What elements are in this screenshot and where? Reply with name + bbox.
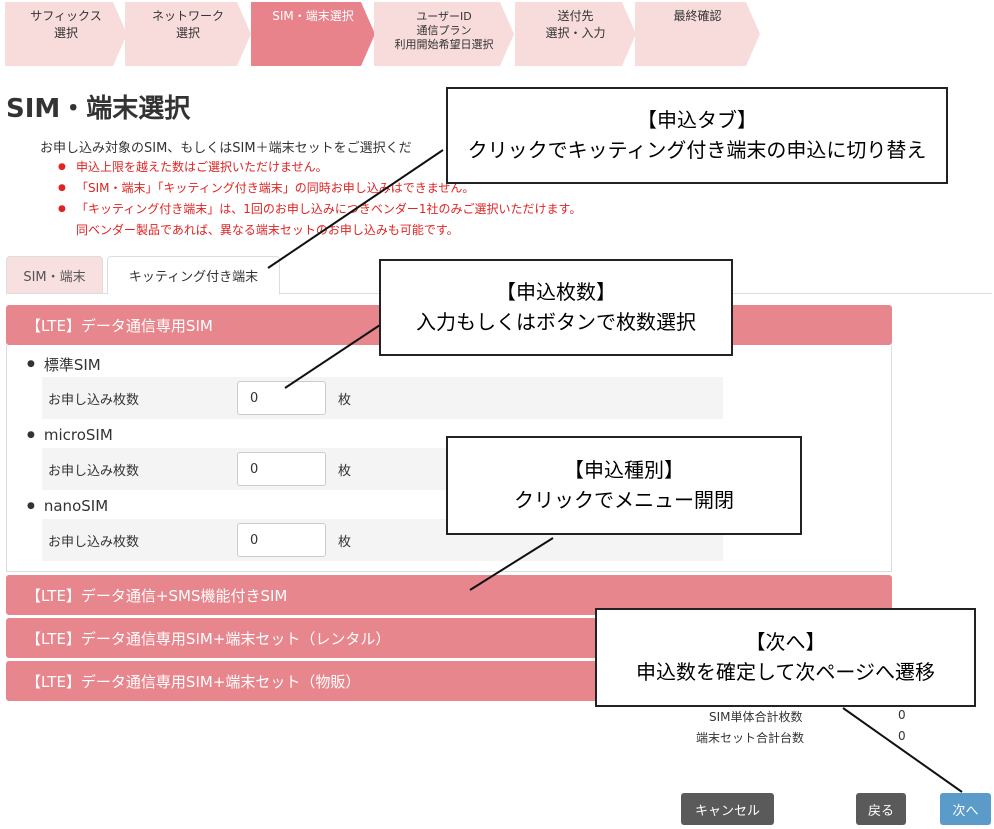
step-userid-plan: ユーザーID 通信プラン 利用開始希望日選択 [374,2,514,66]
page-title: SIM・端末選択 [6,94,191,124]
next-button[interactable]: 次へ [940,793,991,825]
quantity-unit: 枚 [338,535,352,550]
sim-name: 標準SIM [43,355,101,374]
note-continuation: 同ベンダー製品であれば、異なる端末セットのお申し込みも可能です。 [76,223,459,237]
callout-title: 【次へ】 [745,631,826,654]
callout-tab: 【申込タブ】 クリックでキッティング付き端末の申込に切り替え [446,87,948,184]
bullet-icon: ● [27,359,35,369]
quantity-input-micro[interactable] [237,452,326,486]
quantity-row: お申し込み枚数 枚 [42,377,723,419]
quantity-unit: 枚 [338,393,352,408]
callout-text: クリックでキッティング付き端末の申込に切り替え [467,139,927,162]
callout-next: 【次へ】 申込数を確定して次ページへ遷移 [595,608,976,707]
quantity-input-nano[interactable] [237,523,326,557]
tab-kitting-device[interactable]: キッティング付き端末 [107,256,280,295]
bullet-icon: ● [27,501,35,511]
note-item: 「キッティング付き端末」は、1回のお申し込みにつきベンダー1社のみご選択いただけ… [58,199,581,220]
step-network: ネットワーク 選択 [125,2,251,66]
callout-text: 入力もしくはボタンで枚数選択 [416,311,696,334]
callout-type: 【申込種別】 クリックでメニュー開閉 [446,436,802,535]
quantity-label: お申し込み枚数 [48,393,140,408]
callout-qty: 【申込枚数】 入力もしくはボタンで枚数選択 [379,259,733,356]
step-shipping: 送付先 選択・入力 [515,2,636,66]
sim-item-standard: ● 標準SIM お申し込み枚数 枚 [27,354,723,419]
callout-title: 【申込タブ】 [637,109,757,132]
step-sim-device: SIM・端末選択 [251,2,375,66]
set-total-value: 0 [898,729,906,743]
step-suffix: サフィックス 選択 [5,2,127,66]
sim-total-label: SIM単体合計枚数 [709,710,803,724]
callout-title: 【申込枚数】 [496,281,616,304]
quantity-label: お申し込み枚数 [48,464,140,479]
sim-name: microSIM [43,426,113,444]
quantity-input-standard[interactable] [237,381,326,415]
step-confirm: 最終確認 [635,2,760,66]
intro-text: お申し込み対象のSIM、もしくはSIM＋端末セットをご選択くだ [40,141,412,156]
quantity-label: お申し込み枚数 [48,535,140,550]
sim-total-value: 0 [898,708,906,722]
callout-text: クリックでメニュー開閉 [514,489,734,512]
sim-name: nanoSIM [43,497,109,515]
callout-text: 申込数を確定して次ページへ遷移 [636,661,935,684]
bullet-icon: ● [27,430,35,440]
tab-sim-device[interactable]: SIM・端末 [6,256,103,294]
back-button[interactable]: 戻る [856,793,906,825]
set-total-label: 端末セット合計台数 [696,731,805,745]
callout-title: 【申込種別】 [564,459,684,482]
quantity-unit: 枚 [338,464,352,479]
cancel-button[interactable]: キャンセル [681,793,774,825]
